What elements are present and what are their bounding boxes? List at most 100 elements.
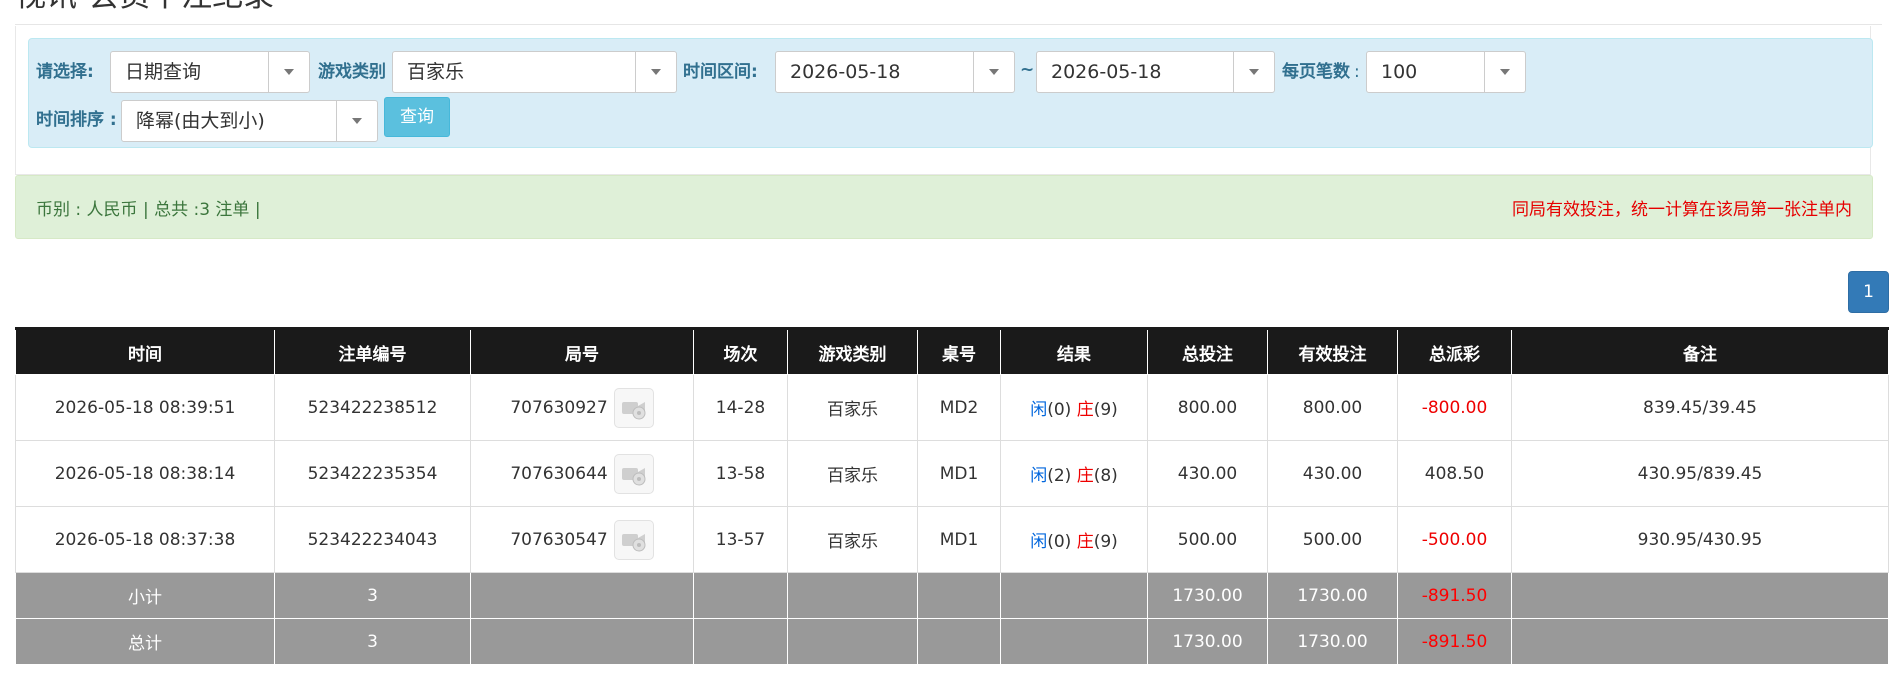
result-player-label: 闲	[1030, 532, 1048, 552]
bet-records-table: 时间 注单编号 局号 场次 游戏类别 桌号 结果 总投注 有效投注 总派彩 备注…	[15, 327, 1889, 665]
select-mode-dropdown[interactable]: 日期查询	[110, 51, 310, 93]
col-header-session: 场次	[693, 327, 788, 375]
cell-round: 707630547	[470, 506, 694, 573]
table-header-row: 时间 注单编号 局号 场次 游戏类别 桌号 结果 总投注 有效投注 总派彩 备注	[15, 327, 1889, 375]
subtotal-valid-bet: 1730.00	[1267, 572, 1398, 619]
game-type-value: 百家乐	[407, 61, 465, 83]
cell-valid-bet: 430.00	[1267, 440, 1398, 507]
cell-bet-id: 523422235354	[274, 440, 471, 507]
cell-total-bet: 800.00	[1147, 374, 1268, 441]
cell-remark: 839.45/39.45	[1511, 374, 1889, 441]
sort-value: 降幂(由大到小)	[136, 110, 265, 132]
table-row: 2026-05-18 08:37:38 523422234043 7076305…	[15, 506, 1889, 573]
round-number: 707630547	[510, 529, 608, 550]
pagination-page-1[interactable]: 1	[1848, 271, 1889, 313]
cell-session: 13-57	[693, 506, 788, 573]
round-number: 707630927	[510, 397, 608, 418]
result-banker-score: (9)	[1093, 532, 1118, 552]
cell-round: 707630644	[470, 440, 694, 507]
subtotal-empty-cell	[787, 572, 918, 619]
query-button[interactable]: 查询	[384, 97, 450, 137]
cell-payout: -500.00	[1397, 506, 1512, 573]
date-to-value: 2026-05-18	[1051, 61, 1162, 83]
col-header-time: 时间	[15, 327, 275, 375]
subtotal-count: 3	[274, 572, 471, 619]
cell-result: 闲(0) 庄(9)	[1000, 374, 1148, 441]
grand-total-empty-cell	[1000, 618, 1148, 665]
col-header-game: 游戏类别	[787, 327, 918, 375]
chevron-down-icon	[651, 69, 661, 75]
grand-total-empty-cell	[917, 618, 1001, 665]
grand-total-label: 总计	[15, 618, 275, 665]
per-page-dropdown[interactable]: 100	[1366, 51, 1526, 93]
result-banker-label: 庄	[1076, 532, 1094, 552]
video-replay-icon[interactable]	[613, 519, 654, 560]
cell-remark: 930.95/430.95	[1511, 506, 1889, 573]
video-replay-icon[interactable]	[613, 387, 654, 428]
col-header-remark: 备注	[1511, 327, 1889, 375]
date-from-dropdown[interactable]: 2026-05-18	[775, 51, 1015, 93]
page-title: 视讯-会员下注纪录	[15, 0, 274, 14]
game-type-dropdown[interactable]: 百家乐	[392, 51, 677, 93]
date-from-arrow[interactable]	[973, 52, 1014, 92]
cell-time: 2026-05-18 08:39:51	[15, 374, 275, 441]
result-player-score: (2)	[1047, 466, 1072, 486]
summary-alert: 币别 : 人民币 | 总共 :3 注单 | 同局有效投注，统一计算在该局第一张注…	[15, 175, 1873, 239]
subtotal-empty-cell	[1000, 572, 1148, 619]
date-from-value: 2026-05-18	[790, 61, 901, 83]
subtotal-row: 小计 3 1730.00 1730.00 -891.50	[15, 572, 1889, 619]
result-player-label: 闲	[1030, 466, 1048, 486]
select-mode-value: 日期查询	[125, 61, 202, 83]
video-replay-icon[interactable]	[613, 453, 654, 494]
cell-table: MD2	[917, 374, 1001, 441]
time-range-label: 时间区间:	[683, 62, 758, 82]
cell-game: 百家乐	[787, 506, 918, 573]
game-type-label: 游戏类别	[318, 62, 386, 82]
cell-game: 百家乐	[787, 374, 918, 441]
col-header-bet-id: 注单编号	[274, 327, 471, 375]
range-separator: ~	[1020, 60, 1035, 80]
sort-dropdown[interactable]: 降幂(由大到小)	[121, 100, 378, 142]
currency-summary: 币别 : 人民币 | 总共 :3 注单 |	[36, 200, 261, 220]
date-to-arrow[interactable]	[1233, 52, 1274, 92]
sort-arrow[interactable]	[336, 101, 377, 141]
title-divider	[15, 24, 1882, 25]
col-header-payout: 总派彩	[1397, 327, 1512, 375]
cell-table: MD1	[917, 506, 1001, 573]
cell-session: 13-58	[693, 440, 788, 507]
result-banker-score: (9)	[1093, 400, 1118, 420]
date-to-dropdown[interactable]: 2026-05-18	[1036, 51, 1275, 93]
cell-session: 14-28	[693, 374, 788, 441]
table-row: 2026-05-18 08:39:51 523422238512 7076309…	[15, 374, 1889, 441]
grand-total-valid-bet: 1730.00	[1267, 618, 1398, 665]
table-row: 2026-05-18 08:38:14 523422235354 7076306…	[15, 440, 1889, 507]
per-page-arrow[interactable]	[1484, 52, 1525, 92]
grand-total-payout: -891.50	[1397, 618, 1512, 665]
settlement-notice: 同局有效投注，统一计算在该局第一张注单内	[1512, 200, 1852, 220]
per-page-value: 100	[1381, 61, 1418, 83]
select-mode-label: 请选择:	[36, 62, 94, 82]
cell-result: 闲(0) 庄(9)	[1000, 506, 1148, 573]
col-header-valid-bet: 有效投注	[1267, 327, 1398, 375]
grand-total-empty-cell	[693, 618, 788, 665]
cell-valid-bet: 800.00	[1267, 374, 1398, 441]
cell-round: 707630927	[470, 374, 694, 441]
game-type-arrow[interactable]	[635, 52, 676, 92]
cell-remark: 430.95/839.45	[1511, 440, 1889, 507]
cell-bet-id: 523422238512	[274, 374, 471, 441]
grand-total-empty-cell	[1511, 618, 1889, 665]
subtotal-label: 小计	[15, 572, 275, 619]
cell-game: 百家乐	[787, 440, 918, 507]
result-player-score: (0)	[1047, 532, 1072, 552]
cell-time: 2026-05-18 08:37:38	[15, 506, 275, 573]
grand-total-empty-cell	[470, 618, 694, 665]
col-header-round: 局号	[470, 327, 694, 375]
result-banker-score: (8)	[1093, 466, 1118, 486]
round-number: 707630644	[510, 463, 608, 484]
grand-total-total-bet: 1730.00	[1147, 618, 1268, 665]
result-banker-label: 庄	[1076, 466, 1094, 486]
chevron-down-icon	[989, 69, 999, 75]
subtotal-empty-cell	[1511, 572, 1889, 619]
select-mode-arrow[interactable]	[268, 52, 309, 92]
cell-bet-id: 523422234043	[274, 506, 471, 573]
